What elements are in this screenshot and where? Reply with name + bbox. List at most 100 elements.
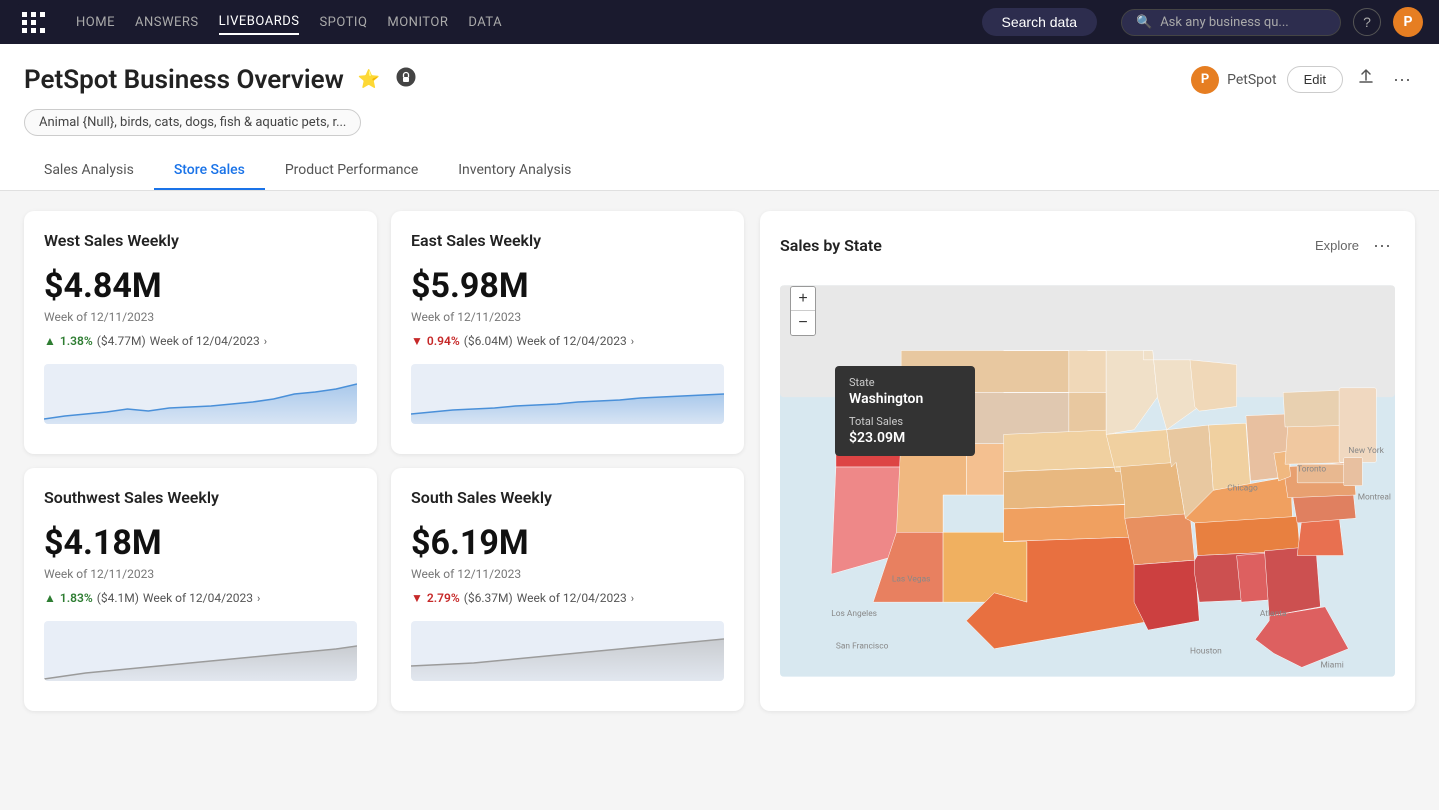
page-header: PetSpot Business Overview ⭐ P PetSpot Ed…	[0, 44, 1439, 191]
title-right: P PetSpot Edit ···	[1191, 64, 1415, 95]
edit-button[interactable]: Edit	[1287, 66, 1343, 93]
zoom-out-button[interactable]: −	[791, 311, 815, 335]
southwest-change-val: ($4.1M)	[97, 591, 139, 605]
nav-answers[interactable]: ANSWERS	[135, 11, 199, 34]
map-actions: Explore ···	[1315, 231, 1395, 260]
map-area: + − State Washington Total Sales $23.09M	[780, 276, 1395, 686]
nav-data[interactable]: DATA	[468, 11, 502, 34]
map-tooltip: State Washington Total Sales $23.09M	[835, 366, 975, 456]
east-card-week: Week of 12/11/2023	[411, 310, 724, 324]
tabs: Sales Analysis Store Sales Product Perfo…	[24, 152, 1415, 190]
us-map-svg: San Francisco Los Angeles Las Vegas Calg…	[780, 276, 1395, 686]
zoom-in-button[interactable]: +	[791, 287, 815, 311]
up-arrow-icon: ▲	[44, 591, 56, 605]
south-change-pct: 2.79%	[427, 591, 460, 605]
nav-spotiq[interactable]: SPOTIQ	[319, 11, 367, 34]
filter-tag[interactable]: Animal {Null}, birds, cats, dogs, fish &…	[24, 109, 361, 136]
nav-monitor[interactable]: MONITOR	[387, 11, 448, 34]
chevron-right-icon[interactable]: ›	[257, 592, 260, 605]
svg-text:Miami: Miami	[1320, 660, 1343, 670]
west-card-value: $4.84M	[44, 266, 357, 306]
navbar: HOME ANSWERS LIVEBOARDS SPOTIQ MONITOR D…	[0, 0, 1439, 44]
west-card-week: Week of 12/11/2023	[44, 310, 357, 324]
southwest-card-value: $4.18M	[44, 523, 357, 563]
west-change-pct: 1.38%	[60, 334, 93, 348]
map-zoom-controls: + −	[790, 286, 816, 336]
east-sparkline	[411, 364, 724, 424]
east-sales-card: East Sales Weekly $5.98M Week of 12/11/2…	[391, 211, 744, 454]
page-title: PetSpot Business Overview	[24, 65, 344, 95]
east-card-value: $5.98M	[411, 266, 724, 306]
title-left: PetSpot Business Overview ⭐	[24, 65, 418, 95]
svg-text:Chicago: Chicago	[1227, 483, 1258, 493]
west-card-title: West Sales Weekly	[44, 231, 357, 250]
west-change-week: Week of 12/04/2023	[150, 334, 260, 348]
nav-liveboards[interactable]: LIVEBOARDS	[219, 10, 300, 35]
west-change-val: ($4.77M)	[97, 334, 146, 348]
south-change-val: ($6.37M)	[464, 591, 513, 605]
svg-text:Atlanta: Atlanta	[1260, 609, 1287, 619]
east-card-title: East Sales Weekly	[411, 231, 724, 250]
southwest-card-title: Southwest Sales Weekly	[44, 488, 357, 507]
lock-button[interactable]	[394, 65, 418, 94]
tab-store-sales[interactable]: Store Sales	[154, 152, 265, 190]
chevron-right-icon[interactable]: ›	[264, 335, 267, 348]
tab-sales-analysis[interactable]: Sales Analysis	[24, 152, 154, 190]
south-card-week: Week of 12/11/2023	[411, 567, 724, 581]
down-arrow-icon: ▼	[411, 591, 423, 605]
east-change-week: Week of 12/04/2023	[517, 334, 627, 348]
tooltip-state-value: Washington	[849, 391, 961, 407]
nav-links: HOME ANSWERS LIVEBOARDS SPOTIQ MONITOR D…	[76, 10, 958, 35]
search-data-button[interactable]: Search data	[982, 8, 1098, 36]
map-more-button[interactable]: ···	[1369, 231, 1395, 260]
chevron-right-icon[interactable]: ›	[631, 592, 634, 605]
owner-avatar: P	[1191, 66, 1219, 94]
west-sales-card: West Sales Weekly $4.84M Week of 12/11/2…	[24, 211, 377, 454]
southwest-change-week: Week of 12/04/2023	[143, 591, 253, 605]
map-header: Sales by State Explore ···	[780, 231, 1395, 260]
east-card-change: ▼ 0.94% ($6.04M) Week of 12/04/2023 ›	[411, 334, 724, 348]
southwest-sparkline	[44, 621, 357, 681]
south-card-value: $6.19M	[411, 523, 724, 563]
tooltip-state-label: State	[849, 376, 961, 389]
title-row: PetSpot Business Overview ⭐ P PetSpot Ed…	[24, 64, 1415, 95]
owner-badge: P PetSpot	[1191, 66, 1277, 94]
west-card-change: ▲ 1.38% ($4.77M) Week of 12/04/2023 ›	[44, 334, 357, 348]
chevron-right-icon[interactable]: ›	[631, 335, 634, 348]
search-icon: 🔍	[1136, 15, 1152, 30]
tooltip-sales-label: Total Sales	[849, 415, 961, 428]
south-change-week: Week of 12/04/2023	[517, 591, 627, 605]
svg-text:New York: New York	[1348, 446, 1384, 456]
help-button[interactable]: ?	[1353, 8, 1381, 36]
user-avatar[interactable]: P	[1393, 7, 1423, 37]
south-card-change: ▼ 2.79% ($6.37M) Week of 12/04/2023 ›	[411, 591, 724, 605]
tab-inventory-analysis[interactable]: Inventory Analysis	[438, 152, 591, 190]
owner-name: PetSpot	[1227, 72, 1277, 88]
svg-text:Houston: Houston	[1190, 646, 1222, 656]
more-options-button[interactable]: ···	[1389, 65, 1415, 94]
svg-text:Las Vegas: Las Vegas	[892, 575, 931, 585]
svg-text:San Francisco: San Francisco	[836, 642, 889, 652]
up-arrow-icon: ▲	[44, 334, 56, 348]
ai-search-placeholder: Ask any business qu...	[1160, 15, 1289, 30]
svg-text:Los Angeles: Los Angeles	[831, 609, 877, 619]
share-button[interactable]	[1353, 64, 1379, 95]
nav-home[interactable]: HOME	[76, 11, 115, 34]
nav-right: 🔍 Ask any business qu... ? P	[1121, 7, 1423, 37]
southwest-card-week: Week of 12/11/2023	[44, 567, 357, 581]
tab-product-performance[interactable]: Product Performance	[265, 152, 438, 190]
star-button[interactable]: ⭐	[356, 67, 382, 92]
down-arrow-icon: ▼	[411, 334, 423, 348]
map-panel: Sales by State Explore ··· + − State Was…	[760, 211, 1415, 711]
main-content: West Sales Weekly $4.84M Week of 12/11/2…	[0, 191, 1439, 731]
east-change-pct: 0.94%	[427, 334, 460, 348]
tooltip-sales-value: $23.09M	[849, 430, 961, 446]
svg-text:Toronto: Toronto	[1297, 465, 1326, 475]
west-sparkline	[44, 364, 357, 424]
southwest-change-pct: 1.83%	[60, 591, 93, 605]
explore-button[interactable]: Explore	[1315, 238, 1359, 253]
svg-text:Montreal: Montreal	[1358, 493, 1391, 503]
logo[interactable]	[16, 4, 52, 40]
ai-search-bar[interactable]: 🔍 Ask any business qu...	[1121, 9, 1341, 36]
east-change-val: ($6.04M)	[464, 334, 513, 348]
